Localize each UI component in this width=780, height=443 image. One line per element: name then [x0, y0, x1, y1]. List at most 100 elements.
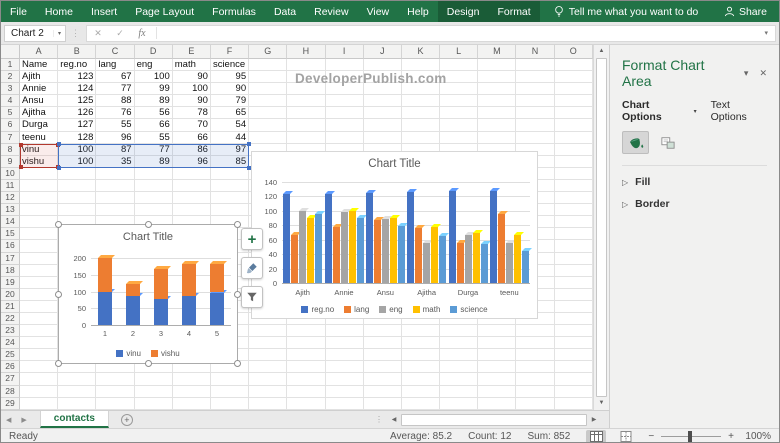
cell-J26[interactable]: [363, 361, 402, 374]
cell-A2[interactable]: Ajith: [20, 71, 59, 84]
cell-A16[interactable]: [20, 240, 59, 253]
cell-I24[interactable]: [325, 337, 364, 350]
cell-D12[interactable]: [134, 192, 173, 205]
cell-K4[interactable]: [401, 95, 441, 108]
cell-D13[interactable]: [134, 204, 173, 217]
column-header-f[interactable]: F: [210, 45, 250, 59]
cell-I5[interactable]: [325, 107, 364, 120]
cell-A10[interactable]: [20, 167, 59, 180]
fill-section-header[interactable]: ▷ Fill: [622, 176, 767, 188]
cell-E3[interactable]: 100: [172, 83, 211, 96]
row-header-9[interactable]: 9: [1, 155, 20, 168]
column-header-l[interactable]: L: [440, 45, 479, 59]
row-header-13[interactable]: 13: [1, 204, 20, 217]
cell-E4[interactable]: 90: [172, 95, 211, 108]
ribbon-tab-home[interactable]: Home: [36, 1, 82, 22]
bar-eng[interactable]: [299, 207, 310, 283]
cell-N1[interactable]: [516, 59, 555, 72]
cell-G4[interactable]: [249, 95, 288, 108]
cell-F2[interactable]: 95: [210, 71, 250, 84]
selection-handle[interactable]: [55, 360, 62, 367]
column-header-e[interactable]: E: [172, 45, 211, 59]
row-header-21[interactable]: 21: [1, 300, 20, 313]
cell-G1[interactable]: [249, 59, 288, 72]
cell-O29[interactable]: [554, 397, 593, 410]
cell-K28[interactable]: [401, 385, 441, 398]
cell-A11[interactable]: [20, 179, 59, 193]
sheet-tab-contacts[interactable]: contacts: [39, 411, 109, 428]
cell-G5[interactable]: [249, 107, 288, 120]
cell-D10[interactable]: [134, 167, 173, 180]
cell-C4[interactable]: 88: [96, 95, 135, 108]
formula-bar-expand-icon[interactable]: ▾: [757, 29, 775, 37]
cell-B1[interactable]: reg.no: [58, 59, 97, 72]
scroll-left-icon[interactable]: ◀: [387, 416, 401, 423]
cell-M27[interactable]: [478, 373, 517, 386]
cell-A29[interactable]: [20, 397, 59, 410]
cell-K23[interactable]: [401, 325, 441, 338]
name-box[interactable]: Chart 2 ▾: [4, 24, 66, 42]
cell-M26[interactable]: [478, 361, 517, 374]
cell-C11[interactable]: [96, 179, 135, 193]
range-fill-handle[interactable]: [19, 165, 23, 169]
cell-N27[interactable]: [516, 373, 555, 386]
cell-E6[interactable]: 70: [172, 119, 211, 132]
column-header-j[interactable]: J: [363, 45, 402, 59]
cell-O4[interactable]: [554, 95, 593, 108]
new-sheet-button[interactable]: +: [120, 413, 133, 426]
share-button[interactable]: Share: [724, 1, 779, 22]
cell-L1[interactable]: [440, 59, 479, 72]
range-fill-handle[interactable]: [246, 165, 251, 170]
cell-O17[interactable]: [554, 252, 593, 265]
ribbon-tab-review[interactable]: Review: [305, 1, 357, 22]
cell-A26[interactable]: [20, 361, 59, 374]
cell-A1[interactable]: Name: [20, 59, 59, 72]
cell-E7[interactable]: 66: [172, 131, 211, 144]
cell-D27[interactable]: [134, 373, 173, 386]
cell-G2[interactable]: [249, 71, 288, 84]
cell-C13[interactable]: [96, 204, 135, 217]
row-header-16[interactable]: 16: [1, 240, 20, 253]
cell-B3[interactable]: 124: [58, 83, 97, 96]
cell-A23[interactable]: [20, 325, 59, 338]
selection-handle[interactable]: [55, 290, 62, 298]
bar-eng[interactable]: [423, 239, 434, 283]
cell-D4[interactable]: 89: [134, 95, 173, 108]
cell-N5[interactable]: [516, 107, 555, 120]
cell-C27[interactable]: [96, 373, 135, 386]
cell-F1[interactable]: science: [210, 59, 250, 72]
cell-H28[interactable]: [287, 385, 326, 398]
row-header-2[interactable]: 2: [1, 71, 20, 84]
cell-I6[interactable]: [325, 119, 364, 132]
chart-title[interactable]: Chart Title: [59, 231, 237, 243]
cell-O6[interactable]: [554, 119, 593, 132]
cell-H26[interactable]: [287, 361, 326, 374]
cell-O20[interactable]: [554, 288, 593, 301]
cell-I29[interactable]: [325, 397, 364, 410]
bar-vishu[interactable]: [210, 261, 227, 293]
cell-I7[interactable]: [325, 131, 364, 144]
cell-E11[interactable]: [172, 179, 211, 193]
cell-O11[interactable]: [554, 179, 593, 193]
cell-A19[interactable]: [20, 276, 59, 289]
cell-M29[interactable]: [478, 397, 517, 410]
cell-O1[interactable]: [554, 59, 593, 72]
cell-O24[interactable]: [554, 337, 593, 350]
bar-lang[interactable]: [332, 224, 343, 283]
column-header-h[interactable]: H: [287, 45, 326, 59]
cell-D11[interactable]: [134, 179, 173, 193]
column-header-o[interactable]: O: [554, 45, 593, 59]
bar-lang[interactable]: [291, 231, 302, 283]
cell-F5[interactable]: 65: [210, 107, 250, 120]
row-header-24[interactable]: 24: [1, 337, 20, 350]
cell-J4[interactable]: [363, 95, 402, 108]
cell-F10[interactable]: [210, 167, 250, 180]
enter-button[interactable]: ✓: [109, 28, 131, 39]
chart-options-dropdown-icon[interactable]: ▾: [694, 108, 697, 115]
cell-A13[interactable]: [20, 204, 59, 217]
bar-math[interactable]: [431, 223, 442, 283]
bar-math[interactable]: [307, 215, 318, 283]
bar-math[interactable]: [513, 232, 524, 283]
cell-O26[interactable]: [554, 361, 593, 374]
cell-D7[interactable]: 55: [134, 131, 173, 144]
